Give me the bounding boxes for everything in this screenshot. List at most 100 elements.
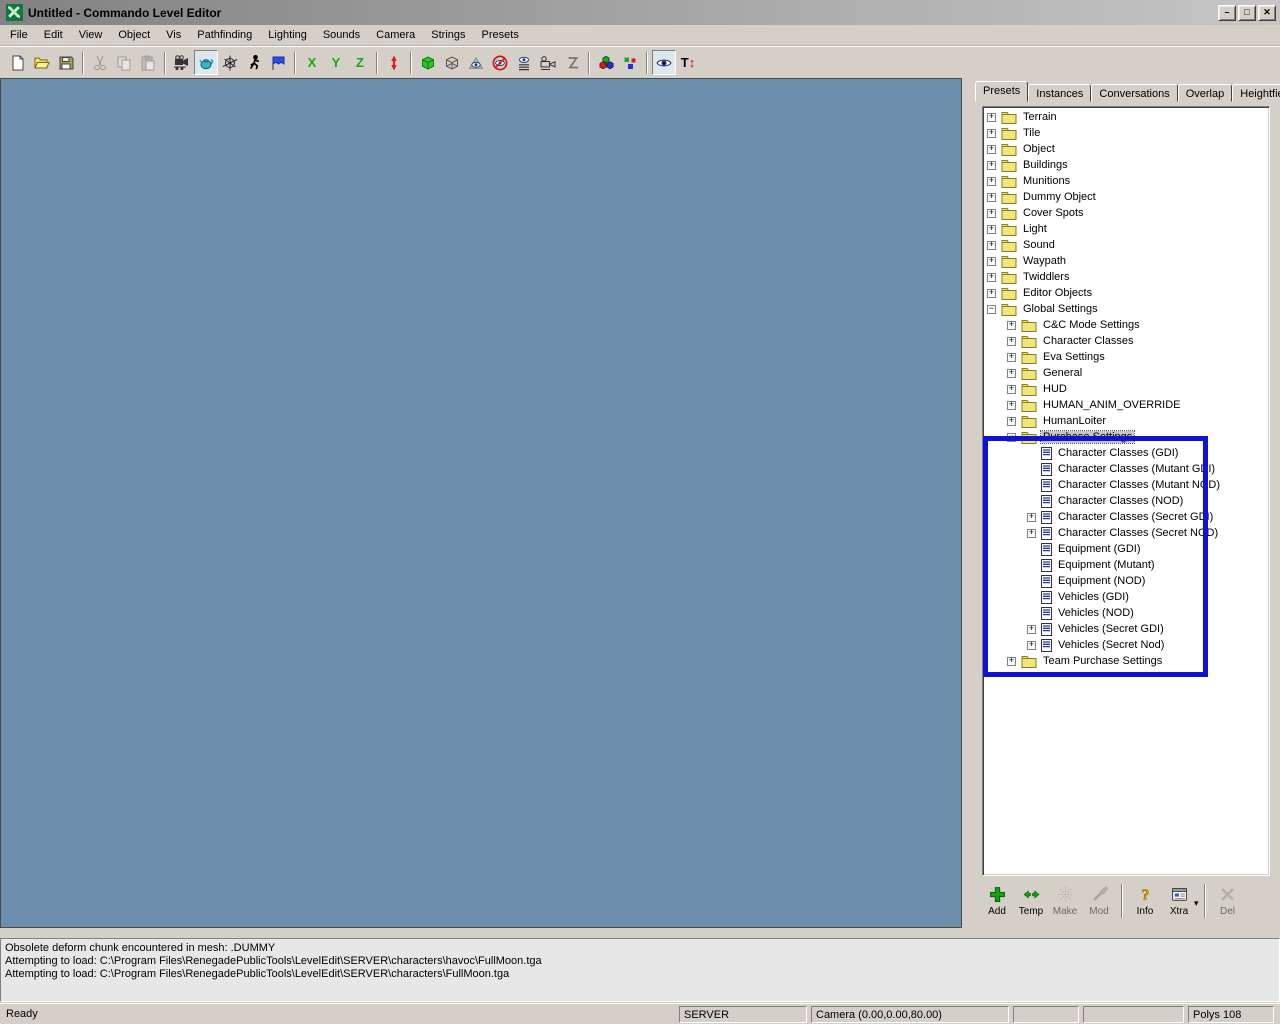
tree-item-equipment-gdi[interactable]: +Equipment (GDI)	[983, 541, 1269, 557]
add-button[interactable]: Add	[980, 880, 1014, 922]
camera-dolly-button[interactable]	[170, 50, 194, 75]
presets-tree[interactable]: +Terrain+Tile+Object+Buildings+Munitions…	[982, 106, 1270, 876]
expand-toggle[interactable]: +	[1007, 337, 1016, 346]
expand-toggle[interactable]: +	[987, 225, 996, 234]
tree-item-character-classes-nod[interactable]: +Character Classes (NOD)	[983, 493, 1269, 509]
temp-button[interactable]: Temp	[1014, 880, 1048, 922]
tree-item-editor-objects[interactable]: +Editor Objects	[983, 285, 1269, 301]
expand-toggle[interactable]: +	[1027, 529, 1036, 538]
tree-item-character-classes-secret-nod[interactable]: +Character Classes (Secret NOD)	[983, 525, 1269, 541]
menu-edit[interactable]: Edit	[36, 26, 71, 44]
tree-item-light[interactable]: +Light	[983, 221, 1269, 237]
tree-item-character-classes-mutant-gdi[interactable]: +Character Classes (Mutant GDI)	[983, 461, 1269, 477]
tab-conversations[interactable]: Conversations	[1091, 84, 1177, 102]
solid-cube-button[interactable]	[416, 50, 440, 75]
menu-pathfinding[interactable]: Pathfinding	[189, 26, 260, 44]
expand-toggle[interactable]: +	[987, 113, 996, 122]
expand-toggle[interactable]: +	[1007, 353, 1016, 362]
save-file-button[interactable]	[54, 50, 78, 75]
tab-presets[interactable]: Presets	[975, 81, 1028, 102]
expand-toggle[interactable]: +	[987, 193, 996, 202]
tree-item-dummy-object[interactable]: +Dummy Object	[983, 189, 1269, 205]
xtra-dropdown-arrow[interactable]: ▾	[1194, 894, 1199, 909]
clip-polygon-button[interactable]	[560, 50, 584, 75]
visibility-eye-button[interactable]	[652, 50, 676, 75]
tree-item-hud[interactable]: +HUD	[983, 381, 1269, 397]
expand-toggle[interactable]: +	[987, 241, 996, 250]
tab-heightfield[interactable]: Heightfield	[1232, 84, 1280, 102]
collapse-toggle[interactable]: −	[987, 305, 996, 314]
tab-overlap[interactable]: Overlap	[1178, 84, 1233, 102]
tree-item-character-classes-mutant-nod[interactable]: +Character Classes (Mutant NOD)	[983, 477, 1269, 493]
expand-toggle[interactable]: +	[1007, 657, 1016, 666]
tree-item-vehicles-nod[interactable]: +Vehicles (NOD)	[983, 605, 1269, 621]
color-squares-button[interactable]	[618, 50, 642, 75]
maximize-button[interactable]: □	[1238, 5, 1256, 21]
menu-object[interactable]: Object	[110, 26, 158, 44]
title-bar[interactable]: Untitled - Commando Level Editor – □ ✕	[0, 0, 1280, 25]
tree-item-vehicles-secret-gdi[interactable]: +Vehicles (Secret GDI)	[983, 621, 1269, 637]
expand-toggle[interactable]: +	[1027, 625, 1036, 634]
tree-item-global-settings[interactable]: −Global Settings	[983, 301, 1269, 317]
axis-y-button[interactable]: Y	[324, 50, 348, 75]
tree-item-cover-spots[interactable]: +Cover Spots	[983, 205, 1269, 221]
tree-item-c-c-mode-settings[interactable]: +C&C Mode Settings	[983, 317, 1269, 333]
collapse-toggle[interactable]: −	[1007, 433, 1016, 442]
tree-item-waypath[interactable]: +Waypath	[983, 253, 1269, 269]
tree-item-tile[interactable]: +Tile	[983, 125, 1269, 141]
tree-item-object[interactable]: +Object	[983, 141, 1269, 157]
eye-terrain-button[interactable]	[464, 50, 488, 75]
axis-z-button[interactable]: Z	[348, 50, 372, 75]
expand-toggle[interactable]: +	[1007, 401, 1016, 410]
xtra-button[interactable]: Xtra	[1162, 880, 1196, 922]
walk-character-button[interactable]	[242, 50, 266, 75]
tree-item-munitions[interactable]: +Munitions	[983, 173, 1269, 189]
tree-item-human-anim-override[interactable]: +HUMAN_ANIM_OVERRIDE	[983, 397, 1269, 413]
menu-view[interactable]: View	[71, 26, 111, 44]
eye-layers-button[interactable]	[512, 50, 536, 75]
menu-presets[interactable]: Presets	[474, 26, 527, 44]
expand-toggle[interactable]: +	[987, 257, 996, 266]
menu-file[interactable]: File	[2, 26, 36, 44]
waypoint-flag-button[interactable]	[266, 50, 290, 75]
expand-toggle[interactable]: +	[1027, 641, 1036, 650]
wire-cube-button[interactable]	[440, 50, 464, 75]
text-scale-button[interactable]: T↕	[676, 50, 700, 75]
camera-side-button[interactable]	[536, 50, 560, 75]
expand-toggle[interactable]: +	[1027, 513, 1036, 522]
tree-item-character-classes[interactable]: +Character Classes	[983, 333, 1269, 349]
menu-lighting[interactable]: Lighting	[260, 26, 315, 44]
tree-item-equipment-nod[interactable]: +Equipment (NOD)	[983, 573, 1269, 589]
axis-x-button[interactable]: X	[300, 50, 324, 75]
expand-toggle[interactable]: +	[1007, 369, 1016, 378]
tree-item-character-classes-secret-gdi[interactable]: +Character Classes (Secret GDI)	[983, 509, 1269, 525]
expand-toggle[interactable]: +	[987, 177, 996, 186]
tree-item-character-classes-gdi[interactable]: +Character Classes (GDI)	[983, 445, 1269, 461]
tree-item-vehicles-secret-nod[interactable]: +Vehicles (Secret Nod)	[983, 637, 1269, 653]
open-file-button[interactable]	[30, 50, 54, 75]
viewport-canvas[interactable]	[0, 78, 962, 928]
expand-toggle[interactable]: +	[987, 273, 996, 282]
expand-toggle[interactable]: +	[987, 289, 996, 298]
hide-object-button[interactable]	[488, 50, 512, 75]
info-button[interactable]: ?Info	[1128, 880, 1162, 922]
menu-strings[interactable]: Strings	[423, 26, 473, 44]
tree-item-buildings[interactable]: +Buildings	[983, 157, 1269, 173]
expand-toggle[interactable]: +	[1007, 385, 1016, 394]
tree-item-sound[interactable]: +Sound	[983, 237, 1269, 253]
expand-toggle[interactable]: +	[987, 209, 996, 218]
expand-toggle[interactable]: +	[1007, 321, 1016, 330]
menu-sounds[interactable]: Sounds	[315, 26, 368, 44]
menu-camera[interactable]: Camera	[368, 26, 423, 44]
tree-item-equipment-mutant[interactable]: +Equipment (Mutant)	[983, 557, 1269, 573]
tree-item-terrain[interactable]: +Terrain	[983, 109, 1269, 125]
tree-item-twiddlers[interactable]: +Twiddlers	[983, 269, 1269, 285]
rgb-cubes-button[interactable]	[594, 50, 618, 75]
teapot-button[interactable]	[194, 50, 218, 75]
expand-toggle[interactable]: +	[1007, 417, 1016, 426]
minimize-button[interactable]: –	[1218, 5, 1236, 21]
tab-instances[interactable]: Instances	[1028, 84, 1091, 102]
new-file-button[interactable]	[6, 50, 30, 75]
expand-toggle[interactable]: +	[987, 161, 996, 170]
orbit-gizmo-button[interactable]	[218, 50, 242, 75]
